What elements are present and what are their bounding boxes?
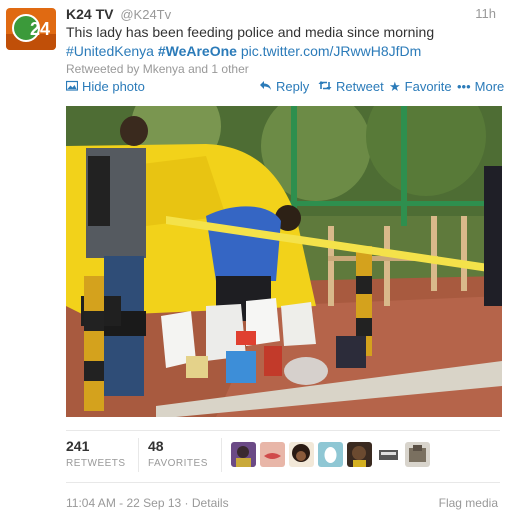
retweets-count: 241 (66, 438, 90, 454)
footer-separator: · (184, 496, 189, 510)
more-button[interactable]: ••• More (457, 79, 504, 94)
reply-label: Reply (276, 79, 310, 94)
retweets-stat[interactable]: 241 RETWEETS (66, 438, 126, 469)
author-name[interactable]: K24 TV (66, 6, 113, 22)
retweet-icon (318, 80, 332, 93)
retweeted-by[interactable]: Retweeted by Mkenya and 1 other (66, 62, 249, 76)
favoriters-list (231, 442, 430, 468)
tweet-text-body: This lady has been feeding police and me… (66, 24, 435, 40)
favoriter-avatar[interactable] (231, 442, 256, 467)
author-handle[interactable]: @K24Tv (120, 7, 171, 22)
details-link[interactable]: Details (192, 496, 229, 510)
tweet-photo[interactable] (66, 106, 502, 417)
hide-photo-button[interactable]: Hide photo (65, 79, 145, 94)
retweets-label: RETWEETS (66, 458, 126, 469)
tweet-media-link[interactable]: pic.twitter.com/JRwwH8JfDm (241, 43, 421, 59)
tweet-timestamp[interactable]: 11:04 AM - 22 Sep 13 (66, 496, 181, 510)
tweet-actions: Hide photo Reply Retweet ★ Favorite ••• … (65, 79, 504, 97)
flag-media-link[interactable]: Flag media (439, 496, 498, 510)
footer-divider (66, 482, 500, 483)
favorite-button[interactable]: ★ Favorite (389, 79, 452, 94)
avatar-logo-text: 24 (30, 19, 50, 39)
ellipsis-icon: ••• (457, 79, 471, 94)
favoriter-avatar[interactable] (318, 442, 343, 467)
favorites-label: FAVORITES (148, 458, 208, 469)
favoriter-avatar[interactable] (405, 442, 430, 467)
more-label: More (474, 79, 505, 94)
retweet-label: Retweet (336, 79, 384, 94)
stats-separator (138, 438, 139, 472)
reply-button[interactable]: Reply (259, 79, 309, 94)
tweet-text: This lady has been feeding police and me… (66, 23, 498, 61)
favoriter-avatar[interactable] (260, 442, 285, 467)
favoriter-avatar[interactable] (376, 442, 401, 467)
favoriter-avatar[interactable] (289, 442, 314, 467)
favorites-stat[interactable]: 48 FAVORITES (148, 438, 208, 469)
tweet-time[interactable]: 11h (475, 6, 496, 21)
photo-icon (65, 80, 79, 93)
star-icon: ★ (389, 79, 401, 94)
reply-arrow-icon (259, 80, 272, 93)
avatar[interactable]: 24 (6, 8, 56, 50)
favoriter-avatar[interactable] (347, 442, 372, 467)
favorites-count: 48 (148, 438, 164, 454)
retweet-button[interactable]: Retweet (318, 79, 384, 94)
favorite-label: Favorite (404, 79, 452, 94)
tweet-footer: 11:04 AM - 22 Sep 13 · Details (66, 496, 229, 510)
tweet-header: K24 TV @K24Tv 11h (66, 6, 496, 22)
stats-separator (221, 438, 222, 472)
hashtag-unitedkenya[interactable]: #UnitedKenya (66, 43, 154, 59)
hashtag-weareone[interactable]: #WeAreOne (158, 43, 237, 59)
hide-photo-label: Hide photo (82, 79, 145, 94)
stats-divider-top (66, 430, 500, 431)
